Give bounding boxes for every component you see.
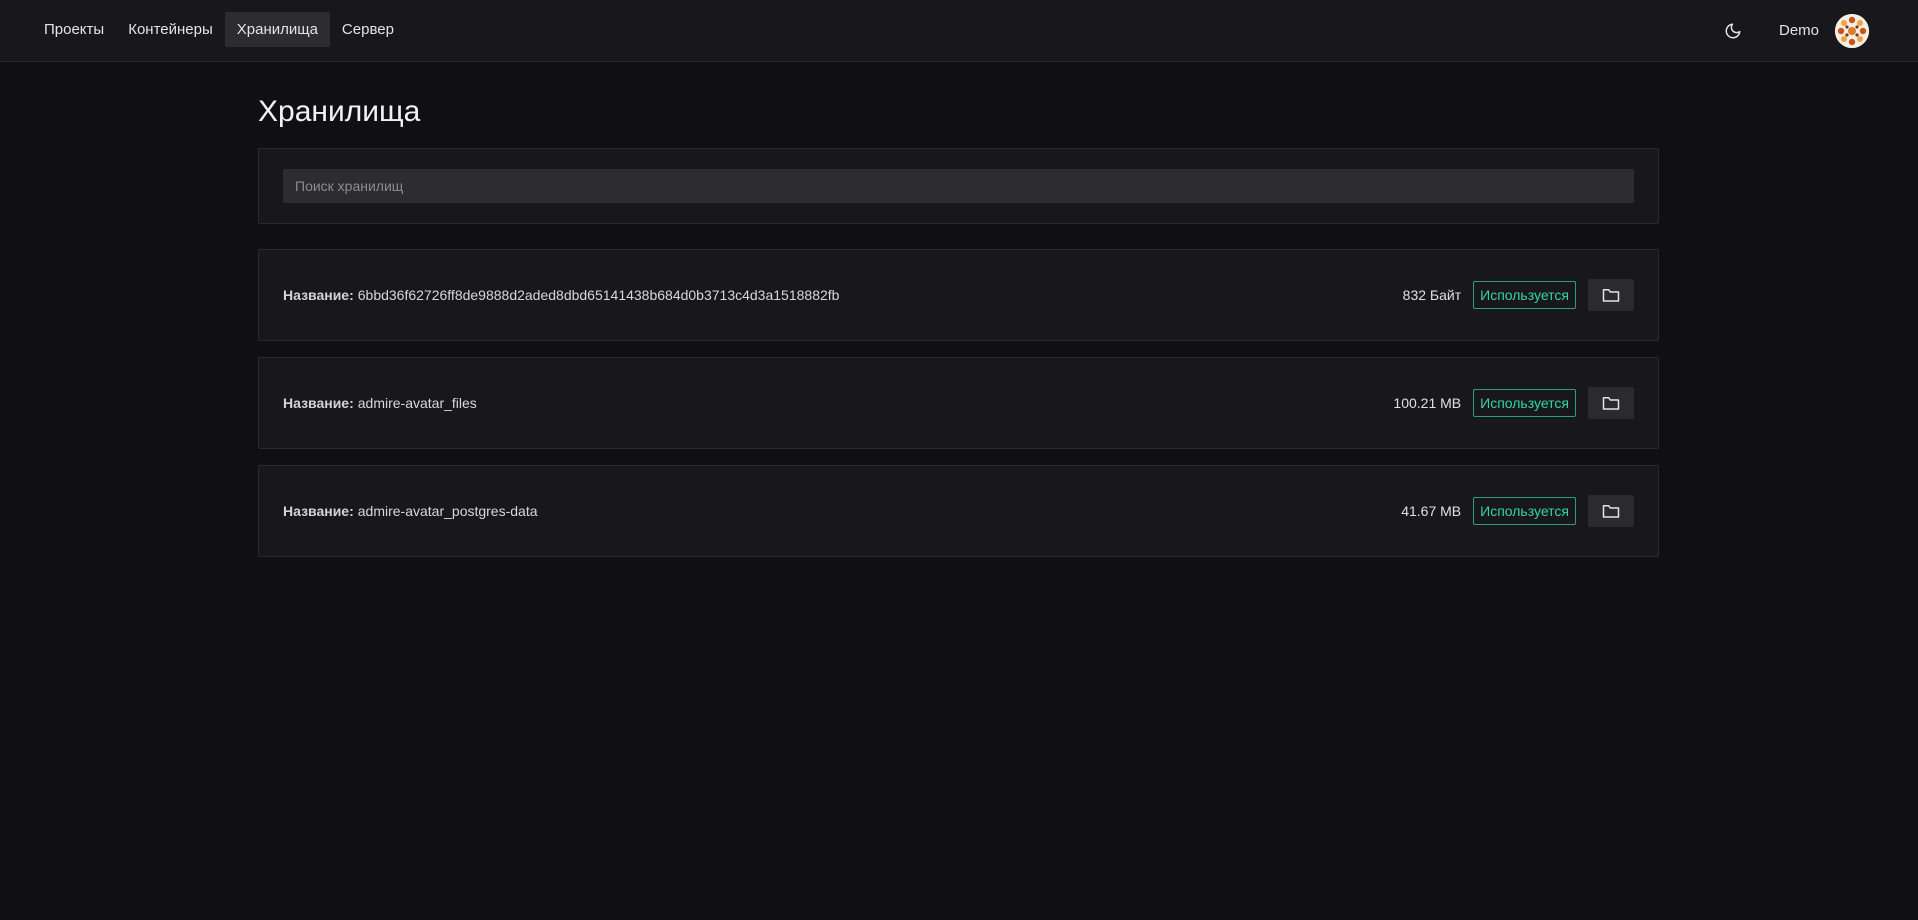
volume-name: 6bbd36f62726ff8de9888d2aded8dbd65141438b… bbox=[357, 287, 840, 303]
list-item: Название: admire-avatar_postgres-data 41… bbox=[258, 465, 1659, 557]
main-nav: Проекты Контейнеры Хранилища Сервер bbox=[32, 12, 406, 47]
volume-size: 832 Байт bbox=[1402, 287, 1462, 303]
search-input[interactable] bbox=[283, 169, 1634, 203]
status-badge: Используется bbox=[1473, 281, 1576, 309]
volume-name-label: Название: bbox=[283, 395, 354, 411]
nav-item-containers[interactable]: Контейнеры bbox=[116, 12, 225, 47]
folder-icon bbox=[1602, 505, 1620, 518]
folder-icon bbox=[1602, 289, 1620, 302]
volume-name: admire-avatar_files bbox=[357, 395, 477, 411]
list-item: Название: 6bbd36f62726ff8de9888d2aded8db… bbox=[258, 249, 1659, 341]
open-folder-button[interactable] bbox=[1588, 387, 1634, 419]
volume-name-label: Название: bbox=[283, 503, 354, 519]
folder-icon bbox=[1602, 397, 1620, 410]
status-badge: Используется bbox=[1473, 497, 1576, 525]
search-card bbox=[258, 148, 1659, 224]
top-navbar: Проекты Контейнеры Хранилища Сервер Demo bbox=[0, 0, 1918, 62]
open-folder-button[interactable] bbox=[1588, 495, 1634, 527]
open-folder-button[interactable] bbox=[1588, 279, 1634, 311]
username[interactable]: Demo bbox=[1779, 22, 1819, 39]
nav-item-server[interactable]: Сервер bbox=[330, 12, 406, 47]
user-area: Demo bbox=[1719, 13, 1869, 48]
volume-name-label: Название: bbox=[283, 287, 354, 303]
volume-name: admire-avatar_postgres-data bbox=[357, 503, 538, 519]
main-content: Хранилища Название: 6bbd36f62726ff8de988… bbox=[258, 62, 1659, 557]
volume-size: 100.21 MB bbox=[1393, 395, 1462, 411]
avatar[interactable] bbox=[1835, 13, 1869, 48]
moon-icon[interactable] bbox=[1719, 17, 1747, 45]
nav-item-projects[interactable]: Проекты bbox=[32, 12, 116, 47]
list-item: Название: admire-avatar_files 100.21 MB … bbox=[258, 357, 1659, 449]
volume-size: 41.67 MB bbox=[1401, 503, 1462, 519]
nav-item-volumes[interactable]: Хранилища bbox=[224, 12, 330, 47]
status-badge: Используется bbox=[1473, 389, 1576, 417]
page-title: Хранилища bbox=[258, 95, 421, 128]
